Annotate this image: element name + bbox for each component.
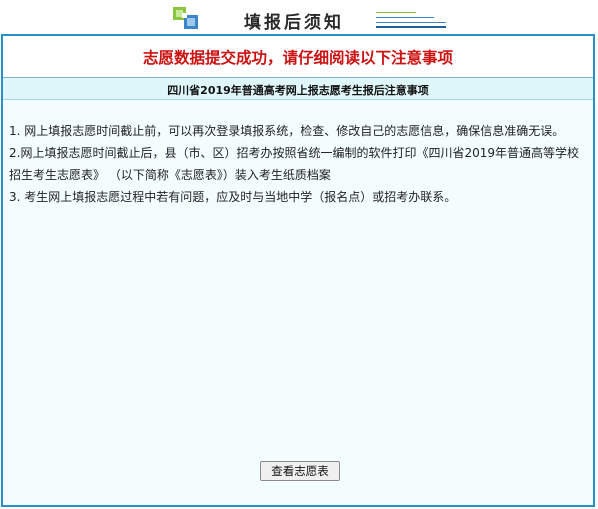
notice-item-1: 1. 网上填报志愿时间截止前，可以再次登录填报系统，检查、修改自己的志愿信息，确… [9, 124, 565, 138]
section-title: 四川省2019年普通高考网上报志愿考生报后注意事项 [167, 84, 429, 97]
square-tiles-logo-icon [173, 7, 198, 29]
success-banner: 志愿数据提交成功，请仔细阅读以下注意事项 [3, 36, 593, 78]
notice-list: 1. 网上填报志愿时间截止前，可以再次登录填报系统，检查、修改自己的志愿信息，确… [9, 120, 587, 208]
notice-item-3: 3. 考生网上填报志愿过程中若有问题，应及时与当地中学（报名点）或招考办联系。 [9, 190, 457, 204]
header-decoration [376, 12, 446, 28]
notice-panel: 志愿数据提交成功，请仔细阅读以下注意事项 四川省2019年普通高考网上报志愿考生… [1, 34, 595, 507]
page-header: 填报后须知 [0, 0, 598, 34]
success-message: 志愿数据提交成功，请仔细阅读以下注意事项 [142, 49, 453, 67]
section-header: 四川省2019年普通高考网上报志愿考生报后注意事项 [3, 78, 593, 100]
notice-item-2: 2.网上填报志愿时间截止后，县（市、区）招考办按照省统一编制的软件打印《四川省2… [9, 146, 579, 182]
notice-content: 1. 网上填报志愿时间截止前，可以再次登录填报系统，检查、修改自己的志愿信息，确… [3, 100, 593, 505]
page-title: 填报后须知 [244, 13, 344, 33]
view-application-form-button[interactable]: 查看志愿表 [260, 461, 340, 481]
